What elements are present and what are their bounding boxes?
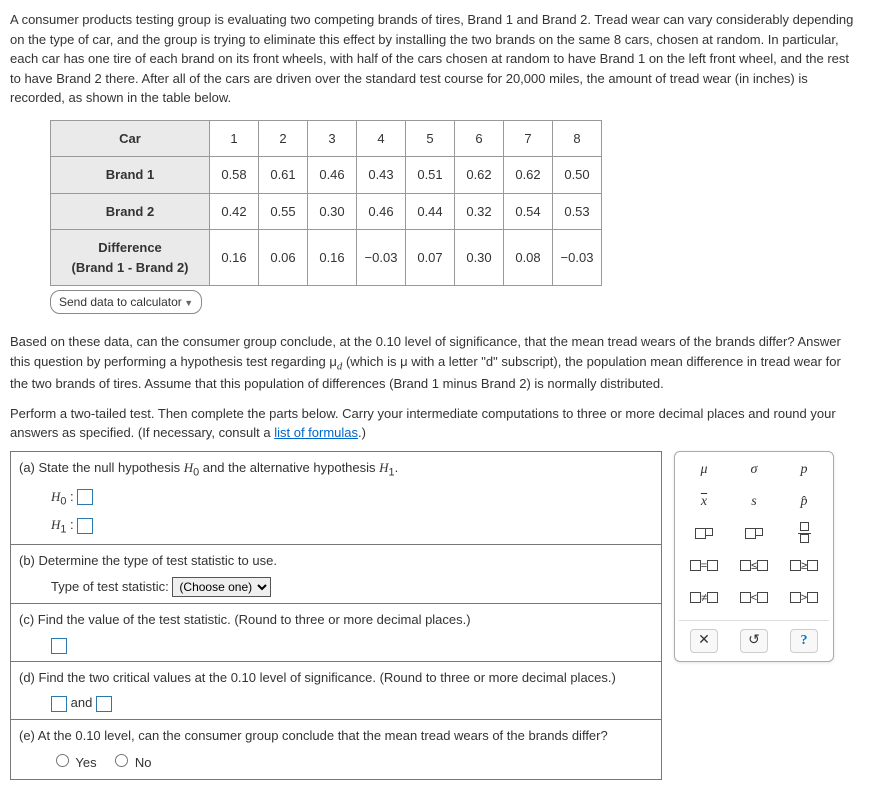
header-6: 6	[455, 120, 504, 157]
header-car: Car	[51, 120, 210, 157]
cell: 0.50	[553, 157, 602, 194]
answer-form: (a) State the null hypothesis H0 and the…	[10, 451, 662, 780]
close-button[interactable]: ✕	[690, 629, 718, 653]
no-option[interactable]: No	[110, 755, 151, 770]
symbol-s[interactable]: s	[735, 492, 773, 512]
reset-button[interactable]: ↺	[740, 629, 768, 653]
cell: 0.55	[259, 193, 308, 230]
cell: 0.53	[553, 193, 602, 230]
row-label-brand1: Brand 1	[51, 157, 210, 194]
header-1: 1	[210, 120, 259, 157]
cell: 0.58	[210, 157, 259, 194]
cell: 0.42	[210, 193, 259, 230]
crit-value-2-input[interactable]	[96, 696, 112, 712]
row-label-diff: Difference (Brand 1 - Brand 2)	[51, 230, 210, 286]
symbol-mu[interactable]: μ	[685, 460, 723, 480]
cell: 0.16	[210, 230, 259, 286]
symbol-subscript[interactable]	[735, 524, 773, 544]
symbol-xbar[interactable]: x	[685, 492, 723, 512]
header-8: 8	[553, 120, 602, 157]
cell: 0.08	[504, 230, 553, 286]
cell: 0.43	[357, 157, 406, 194]
cell: 0.46	[357, 193, 406, 230]
h0-input[interactable]	[77, 489, 93, 505]
table-row: Brand 2 0.42 0.55 0.30 0.46 0.44 0.32 0.…	[51, 193, 602, 230]
cell: 0.06	[259, 230, 308, 286]
symbol-gt[interactable]: >	[785, 588, 823, 608]
part-c: (c) Find the value of the test statistic…	[11, 604, 661, 662]
header-7: 7	[504, 120, 553, 157]
crit-value-1-input[interactable]	[51, 696, 67, 712]
cell: 0.32	[455, 193, 504, 230]
part-b: (b) Determine the type of test statistic…	[11, 545, 661, 604]
header-2: 2	[259, 120, 308, 157]
data-table: Car 1 2 3 4 5 6 7 8 Brand 1 0.58 0.61 0.…	[50, 120, 602, 287]
cell: 0.16	[308, 230, 357, 286]
cell: 0.30	[308, 193, 357, 230]
part-d: (d) Find the two critical values at the …	[11, 662, 661, 720]
table-row: Brand 1 0.58 0.61 0.46 0.43 0.51 0.62 0.…	[51, 157, 602, 194]
cell: 0.51	[406, 157, 455, 194]
header-4: 4	[357, 120, 406, 157]
cell: 0.07	[406, 230, 455, 286]
formulas-link[interactable]: list of formulas	[274, 425, 358, 440]
cell: 0.62	[455, 157, 504, 194]
question-paragraph: Based on these data, can the consumer gr…	[10, 332, 860, 394]
symbol-p[interactable]: p	[785, 460, 823, 480]
part-e: (e) At the 0.10 level, can the consumer …	[11, 720, 661, 779]
symbol-exponent[interactable]	[685, 524, 723, 544]
symbol-phat[interactable]: p̂	[785, 492, 823, 512]
cell: −0.03	[553, 230, 602, 286]
symbol-lt[interactable]: <	[735, 588, 773, 608]
help-button[interactable]: ?	[790, 629, 818, 653]
table-row: Difference (Brand 1 - Brand 2) 0.16 0.06…	[51, 230, 602, 286]
cell: 0.46	[308, 157, 357, 194]
cell: 0.61	[259, 157, 308, 194]
row-label-brand2: Brand 2	[51, 193, 210, 230]
cell: 0.30	[455, 230, 504, 286]
cell: −0.03	[357, 230, 406, 286]
symbol-le[interactable]: ≤	[735, 556, 773, 576]
part-a: (a) State the null hypothesis H0 and the…	[11, 452, 661, 545]
test-statistic-select[interactable]: (Choose one)	[172, 577, 271, 597]
symbol-fraction[interactable]	[785, 524, 823, 544]
cell: 0.62	[504, 157, 553, 194]
symbol-ge[interactable]: ≥	[785, 556, 823, 576]
header-5: 5	[406, 120, 455, 157]
cell: 0.44	[406, 193, 455, 230]
send-data-button[interactable]: Send data to calculator	[50, 290, 202, 314]
symbol-sigma[interactable]: σ	[735, 460, 773, 480]
h1-input[interactable]	[77, 518, 93, 534]
yes-option[interactable]: Yes	[51, 755, 97, 770]
header-3: 3	[308, 120, 357, 157]
test-stat-input[interactable]	[51, 638, 67, 654]
intro-text: A consumer products testing group is eva…	[10, 10, 860, 108]
instructions: Perform a two-tailed test. Then complete…	[10, 404, 860, 443]
symbol-palette: μ σ p x s p̂ = ≤ ≥ ≠ < >	[674, 451, 834, 662]
symbol-ne[interactable]: ≠	[685, 588, 723, 608]
cell: 0.54	[504, 193, 553, 230]
symbol-equals[interactable]: =	[685, 556, 723, 576]
